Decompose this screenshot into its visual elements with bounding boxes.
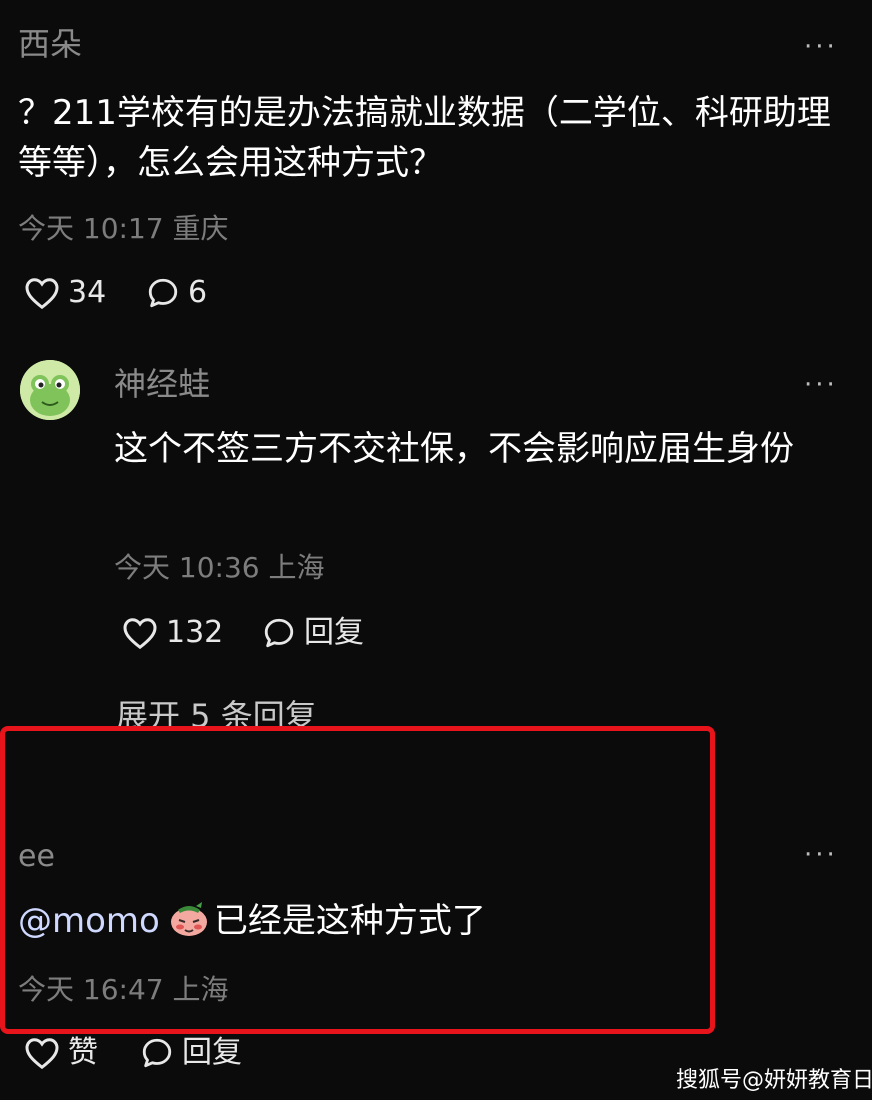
heart-icon: [25, 278, 59, 310]
comment-meta: 今天 16:47 上海: [18, 976, 229, 1004]
comment-meta: 今天 10:36 上海: [114, 554, 325, 582]
comment-meta: 今天 10:17 重庆: [18, 215, 229, 243]
comment-body: 已经是这种方式了: [213, 901, 486, 941]
comment-location: 重庆: [172, 212, 229, 245]
speech-bubble-icon: [148, 278, 178, 308]
like-button[interactable]: 132: [122, 616, 223, 650]
comment-location: 上海: [268, 551, 325, 584]
comment-text: ？211学校有的是办法搞就业数据（二学位、科研助理等等），怎么会用这种方式？: [18, 93, 831, 183]
speech-bubble-icon: [142, 1038, 172, 1068]
like-count: 34: [68, 275, 107, 310]
comment-location: 上海: [172, 973, 229, 1006]
reply-label: 回复: [304, 615, 364, 650]
expand-replies-link[interactable]: 展开 5 条回复: [116, 700, 317, 726]
mention-link[interactable]: @momo: [18, 901, 160, 941]
avatar[interactable]: [20, 360, 80, 420]
reply-button[interactable]: 回复: [140, 1036, 242, 1070]
reply-button[interactable]: 回复: [262, 616, 364, 650]
heart-icon: [123, 618, 157, 650]
like-label: 赞: [68, 1035, 98, 1070]
shy-face-emoji-icon: [170, 902, 207, 936]
reply-count: 6: [188, 275, 208, 310]
comment-username[interactable]: ee: [18, 842, 55, 872]
comment-text: 这个不签三方不交社保，不会影响应届生身份: [114, 429, 794, 469]
comment-text: @momo 已经是这种方式了: [18, 896, 698, 946]
watermark: 搜狐号@妍妍教育日记: [676, 1068, 872, 1093]
reply-button[interactable]: 6: [146, 276, 207, 310]
like-button[interactable]: 34: [24, 276, 106, 310]
more-options-button[interactable]: ···: [804, 372, 838, 398]
reply-label: 回复: [182, 1035, 242, 1070]
like-button[interactable]: 赞: [24, 1036, 98, 1070]
comment-username[interactable]: 西朵: [18, 28, 82, 60]
comment-time: 今天 16:47: [18, 973, 164, 1006]
comment-time: 今天 10:17: [18, 212, 164, 245]
more-options-button[interactable]: ···: [804, 842, 838, 868]
like-count: 132: [166, 615, 224, 650]
comment-username[interactable]: 神经蛙: [114, 368, 210, 400]
frog-avatar-icon: [20, 360, 80, 420]
heart-icon: [25, 1038, 59, 1070]
speech-bubble-icon: [264, 618, 294, 648]
more-options-button[interactable]: ···: [804, 34, 838, 60]
comment-time: 今天 10:36: [114, 551, 260, 584]
